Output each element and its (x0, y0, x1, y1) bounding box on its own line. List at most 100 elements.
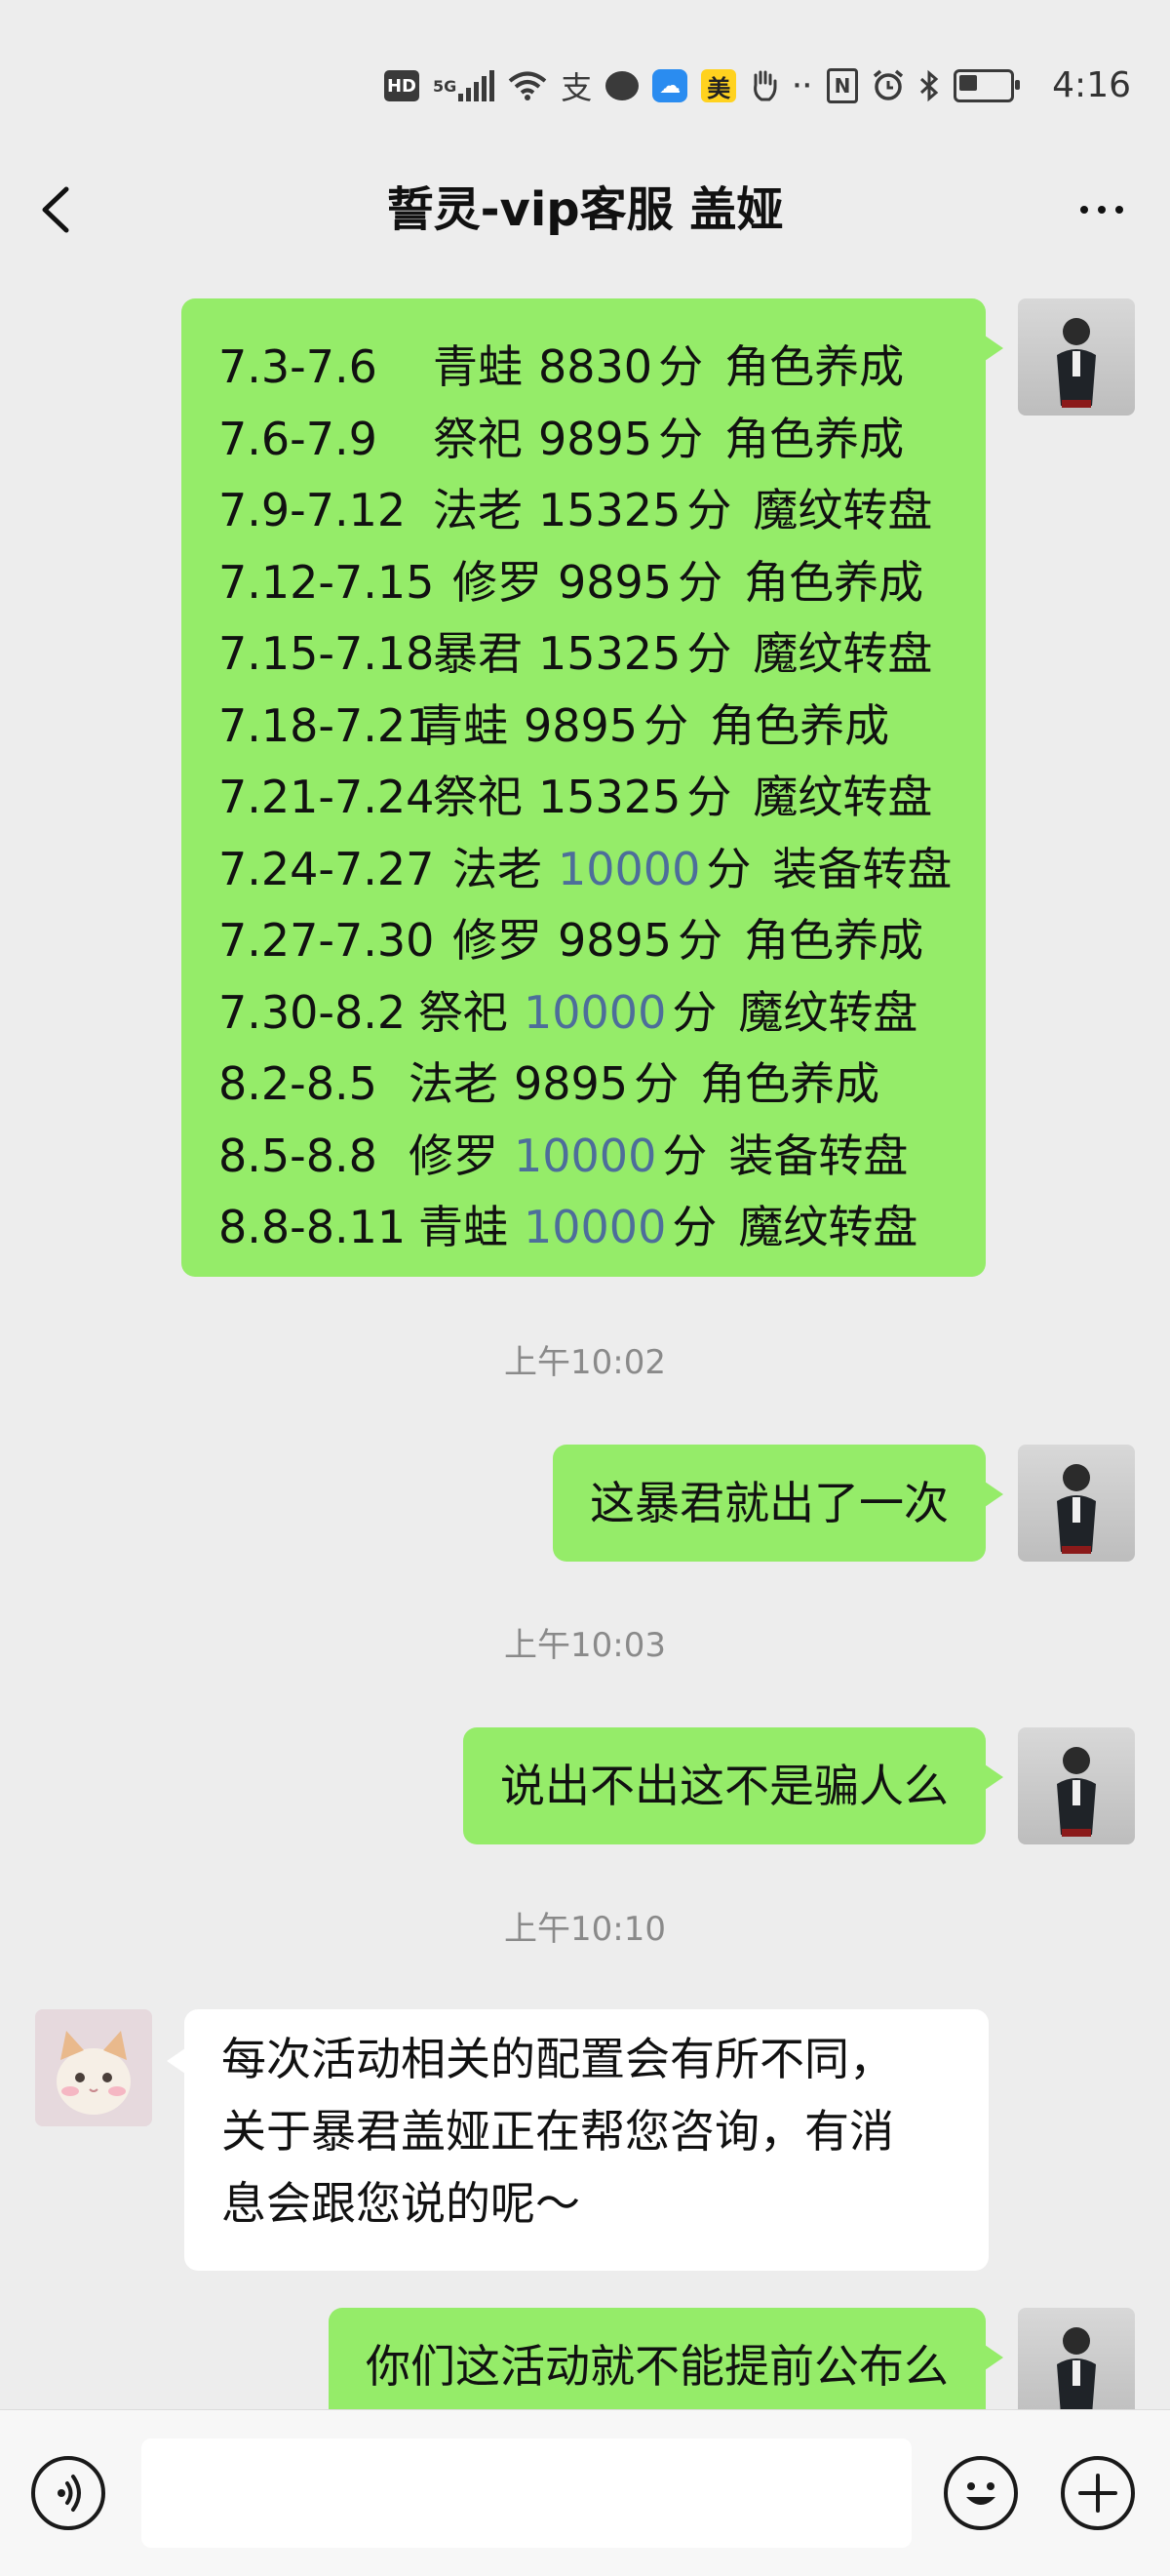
smiley-icon (966, 2482, 995, 2505)
schedule-reward: 魔纹转盘 (753, 771, 933, 823)
schedule-row: 7.6-7.9 祭祀 9895 分角色养成 (218, 404, 986, 476)
schedule-points: 9895 (524, 698, 639, 752)
schedule-row: 7.18-7.21青蛙 9895 分角色养成 (218, 691, 986, 763)
chevron-left-icon (42, 186, 69, 233)
schedule-points[interactable]: 10000 (524, 977, 666, 1050)
schedule-boss-name: 修罗 (452, 555, 542, 609)
sent-message-bubble[interactable]: 说出不出这不是骗人么 (463, 1727, 1003, 1844)
my-avatar[interactable] (1018, 298, 1135, 416)
message-timestamp: 上午10:02 (504, 1343, 666, 1382)
hand-icon (750, 69, 779, 102)
more-dot-icon (1098, 206, 1106, 214)
schedule-row: 8.5-8.8 修罗 10000 分装备转盘 (218, 1121, 986, 1193)
schedule-reward: 角色养成 (724, 340, 905, 393)
person-photo-icon (1057, 318, 1096, 408)
schedule-date: 8.8-8.11 (218, 1201, 407, 1253)
reply-line: 每次活动相关的配置会有所不同， (221, 2033, 894, 2085)
person-photo-icon (1057, 1464, 1096, 1554)
alipay-icon: 支 (561, 69, 593, 106)
reply-line: 息会跟您说的呢～ (221, 2177, 580, 2230)
schedule-points-unit: 分 (678, 555, 723, 609)
cloud-icon: ☁ (652, 69, 688, 102)
received-message-bubble[interactable]: 每次活动相关的配置会有所不同， 关于暴君盖娅正在帮您咨询，有消 息会跟您说的呢～ (167, 2009, 989, 2271)
schedule-points[interactable]: 10000 (514, 1121, 656, 1193)
schedule-date: 7.9-7.12 (218, 484, 407, 536)
schedule-row: 8.8-8.11 青蛙 10000 分魔纹转盘 (218, 1192, 986, 1264)
schedule-row: 7.15-7.18暴君 15325 分魔纹转盘 (218, 618, 986, 691)
schedule-row: 7.27-7.30 修罗 9895 分角色养成 (218, 905, 986, 977)
emoji-button[interactable] (944, 2456, 1018, 2530)
more-notifications-icon: ·· (793, 73, 813, 99)
schedule-points-unit: 分 (686, 484, 732, 536)
schedule-reward: 魔纹转盘 (738, 985, 918, 1039)
sent-message-bubble[interactable]: 这暴君就出了一次 (553, 1445, 1003, 1562)
schedule-points-unit: 分 (678, 914, 723, 967)
schedule-reward: 角色养成 (710, 698, 890, 752)
schedule-date: 7.30-8.2 (218, 985, 407, 1039)
network-type-label: 5G (433, 76, 457, 96)
schedule-points: 9895 (558, 914, 673, 967)
voice-input-button[interactable] (31, 2456, 105, 2530)
more-dot-icon (1115, 206, 1123, 214)
schedule-reward: 装备转盘 (728, 1129, 909, 1182)
alarm-icon (872, 69, 905, 102)
schedule-points-unit: 分 (662, 1129, 708, 1182)
schedule-row: 7.9-7.12 法老 15325 分魔纹转盘 (218, 475, 986, 547)
schedule-reward: 魔纹转盘 (738, 1201, 918, 1253)
schedule-points-unit: 分 (672, 985, 718, 1039)
schedule-row: 8.2-8.5 法老 9895 分角色养成 (218, 1049, 986, 1121)
wifi-icon (508, 70, 547, 101)
reply-line: 关于暴君盖娅正在帮您咨询，有消 (221, 2105, 894, 2158)
schedule-date: 7.3-7.6 (218, 340, 377, 393)
schedule-points[interactable]: 10000 (524, 1192, 666, 1264)
schedule-points: 15325 (538, 771, 682, 823)
schedule-boss-name: 青蛙 (418, 698, 508, 752)
schedule-date: 7.24-7.27 (218, 842, 435, 895)
schedule-points-unit: 分 (634, 1057, 680, 1110)
schedule-points: 8830 (538, 340, 653, 393)
voice-icon (58, 2475, 81, 2512)
schedule-points-unit: 分 (672, 1201, 718, 1253)
schedule-reward: 魔纹转盘 (753, 627, 933, 680)
schedule-boss-name: 修罗 (452, 914, 542, 967)
schedule-date: 7.6-7.9 (218, 412, 377, 465)
schedule-boss-name: 青蛙 (418, 1201, 508, 1253)
status-bar: HD 5G 支 ☁ 美 ·· N 4:16 (0, 0, 1170, 146)
message-timestamp: 上午10:10 (504, 1910, 666, 1949)
schedule-date: 7.12-7.15 (218, 555, 435, 609)
schedule-points-unit: 分 (686, 627, 732, 680)
schedule-boss-name: 祭祀 (433, 771, 523, 823)
schedule-boss-name: 祭祀 (418, 985, 508, 1039)
my-avatar[interactable] (1018, 1445, 1135, 1562)
hd-icon: HD (384, 70, 419, 101)
nfc-icon: N (827, 68, 858, 103)
more-options-button[interactable] (1063, 176, 1141, 244)
schedule-points[interactable]: 10000 (558, 834, 700, 906)
schedule-points: 9895 (558, 555, 673, 609)
meituan-icon: 美 (701, 69, 737, 102)
schedule-row: 7.21-7.24祭祀 15325 分魔纹转盘 (218, 762, 986, 834)
chat-bubble-icon (605, 71, 640, 100)
schedule-reward: 角色养成 (700, 1057, 880, 1110)
schedule-boss-name: 法老 (433, 484, 523, 536)
schedule-date: 7.27-7.30 (218, 914, 435, 967)
schedule-reward: 角色养成 (744, 555, 924, 609)
bluetooth-icon (918, 69, 940, 102)
agent-avatar[interactable] (35, 2009, 152, 2126)
schedule-message-bubble[interactable]: 7.3-7.6 青蛙 8830 分角色养成 7.6-7.9 祭祀 9895 分角色养成 7.9-… (181, 298, 1003, 1277)
sent-message-bubble[interactable]: 你们这活动就不能提前公布么 (329, 2308, 1003, 2425)
back-button[interactable] (29, 176, 88, 244)
schedule-points: 15325 (538, 484, 682, 536)
message-input[interactable] (141, 2438, 912, 2548)
schedule-points: 9895 (538, 412, 653, 465)
schedule-points-unit: 分 (686, 771, 732, 823)
schedule-points-unit: 分 (658, 412, 704, 465)
schedule-reward: 角色养成 (744, 914, 924, 967)
schedule-points: 15325 (538, 627, 682, 680)
my-avatar[interactable] (1018, 2308, 1135, 2425)
more-actions-button[interactable] (1061, 2456, 1135, 2530)
schedule-points-unit: 分 (658, 340, 704, 393)
my-avatar[interactable] (1018, 1727, 1135, 1844)
schedule-date: 7.18-7.21 (218, 698, 435, 752)
schedule-reward: 魔纹转盘 (753, 484, 933, 536)
